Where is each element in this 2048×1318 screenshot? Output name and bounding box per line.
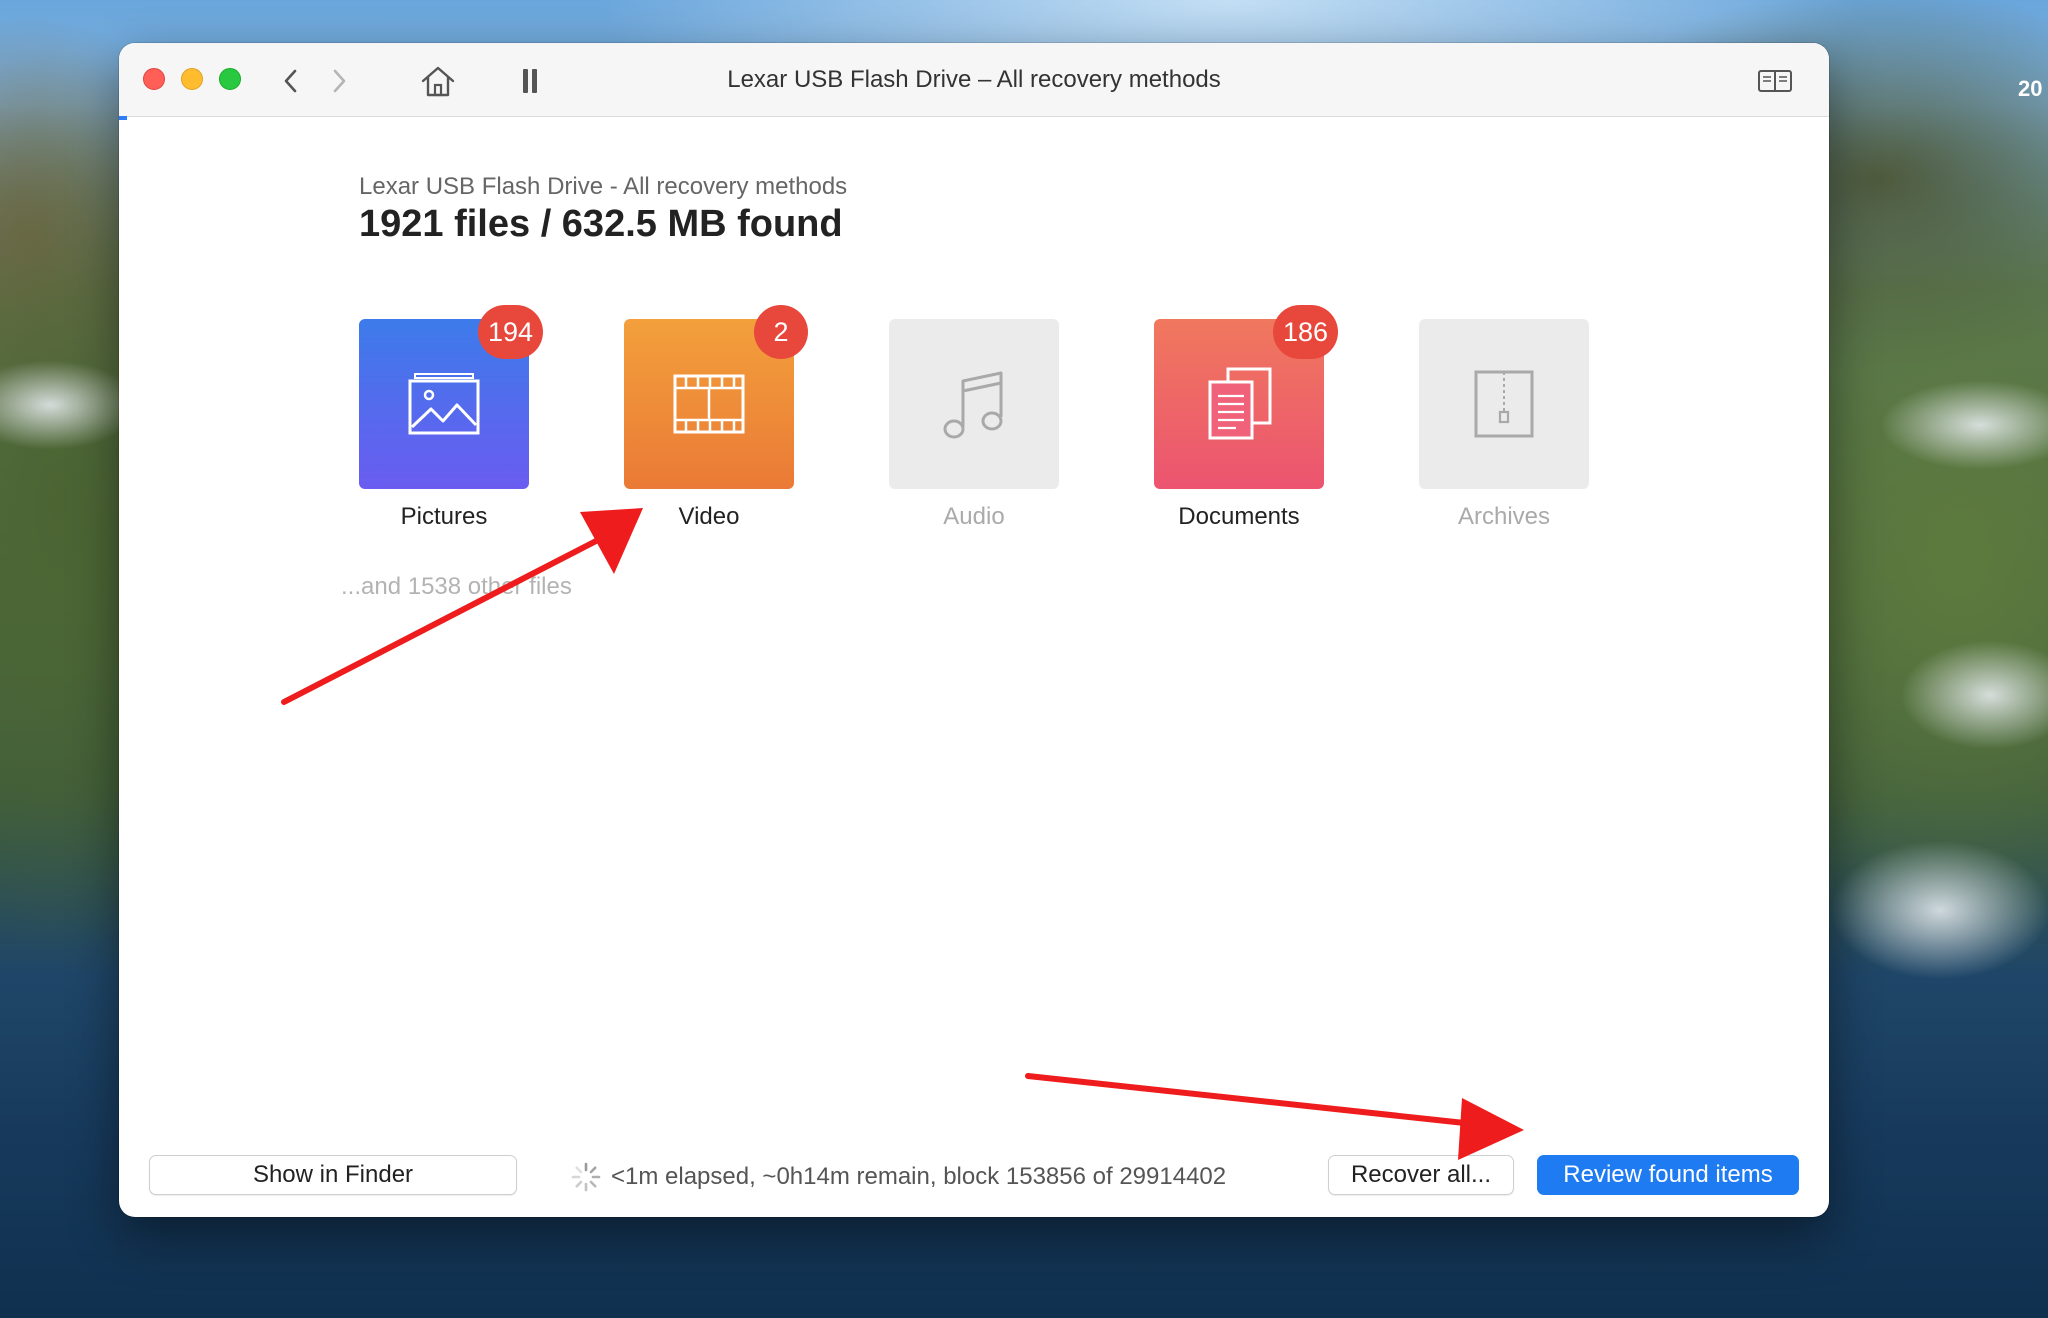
audio-label: Audio xyxy=(943,503,1005,530)
pause-icon xyxy=(523,69,537,93)
category-pictures[interactable]: 194 Pictures xyxy=(359,305,543,531)
mist-cloud xyxy=(1830,840,2048,980)
close-window-button[interactable] xyxy=(143,68,165,90)
window-title-container: Lexar USB Flash Drive – All recovery met… xyxy=(119,43,1829,117)
documents-tile[interactable]: 186 xyxy=(1154,305,1338,489)
scan-status: <1m elapsed, ~0h14m remain, block 153856… xyxy=(571,1157,1226,1197)
mist-cloud xyxy=(1900,640,2048,750)
window-title: Lexar USB Flash Drive – All recovery met… xyxy=(727,66,1221,93)
recover-all-button[interactable]: Recover all... xyxy=(1328,1155,1514,1195)
pictures-count-badge: 194 xyxy=(477,305,543,359)
documents-icon xyxy=(1208,367,1272,440)
documents-count-badge: 186 xyxy=(1272,305,1338,359)
review-found-items-button[interactable]: Review found items xyxy=(1537,1155,1799,1195)
scan-summary: 1921 files / 632.5 MB found xyxy=(359,203,843,245)
category-audio: Audio xyxy=(889,319,1059,531)
zoom-window-button[interactable] xyxy=(219,68,241,90)
pause-scan-button[interactable] xyxy=(513,63,547,99)
scan-status-text: <1m elapsed, ~0h14m remain, block 153856… xyxy=(611,1163,1227,1190)
documents-label: Documents xyxy=(1178,503,1300,530)
scan-progress-bar xyxy=(119,116,127,120)
home-button[interactable] xyxy=(417,61,459,101)
app-window: Lexar USB Flash Drive – All recovery met… xyxy=(119,43,1829,1217)
video-count-badge: 2 xyxy=(754,305,808,359)
show-in-finder-button[interactable]: Show in Finder xyxy=(149,1155,517,1195)
category-documents[interactable]: 186 Documents xyxy=(1154,305,1338,531)
forward-button[interactable] xyxy=(323,63,355,99)
pictures-tile[interactable]: 194 xyxy=(359,305,543,489)
video-label: Video xyxy=(678,503,740,530)
archives-label: Archives xyxy=(1457,503,1551,530)
video-tile[interactable]: 2 xyxy=(624,305,808,489)
audio-tile xyxy=(889,319,1059,489)
mist-cloud xyxy=(1880,380,2048,470)
archives-tile xyxy=(1419,319,1589,489)
scan-subtitle: Lexar USB Flash Drive - All recovery met… xyxy=(359,173,848,200)
zip-archive-icon xyxy=(1474,370,1534,438)
back-button[interactable] xyxy=(275,63,307,99)
category-video[interactable]: 2 Video xyxy=(624,305,808,531)
menu-bar-clock: 20 xyxy=(2018,76,2043,101)
spinner-icon xyxy=(571,1162,601,1192)
film-icon xyxy=(673,374,745,434)
chevron-right-icon xyxy=(333,69,346,93)
chevron-left-icon xyxy=(284,69,297,93)
book-sidebar-icon xyxy=(1758,70,1792,92)
pictures-label: Pictures xyxy=(400,503,488,530)
title-bar: Lexar USB Flash Drive – All recovery met… xyxy=(119,43,1829,117)
home-icon xyxy=(421,66,455,97)
minimize-window-button[interactable] xyxy=(181,68,203,90)
picture-icon xyxy=(408,373,480,435)
toggle-sidebar-button[interactable] xyxy=(1755,65,1795,97)
music-note-icon xyxy=(943,371,1003,439)
other-files-link[interactable]: ...and 1538 other files xyxy=(341,573,572,601)
category-archives: Archives xyxy=(1419,319,1589,531)
